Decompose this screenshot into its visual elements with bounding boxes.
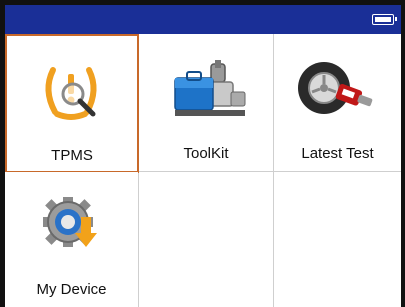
tile-label: Latest Test (301, 145, 374, 162)
tile-latest-test[interactable]: Latest Test (274, 34, 401, 171)
main-menu-grid: TPMS ToolKit Latest Test My Device (5, 34, 401, 307)
tile-my-device[interactable]: My Device (5, 172, 138, 307)
tile-label: ToolKit (183, 145, 229, 162)
toolkit-icon (174, 60, 246, 116)
tile-toolkit[interactable]: ToolKit (139, 34, 273, 171)
tile-empty (139, 172, 273, 307)
tile-empty (274, 172, 401, 307)
tile-label: My Device (36, 281, 107, 298)
tile-tpms[interactable]: TPMS (5, 34, 139, 173)
tile-label: TPMS (51, 147, 93, 164)
my-device-icon (43, 197, 97, 247)
latest-test-icon (298, 62, 373, 114)
tpms-warning-icon (45, 67, 97, 120)
